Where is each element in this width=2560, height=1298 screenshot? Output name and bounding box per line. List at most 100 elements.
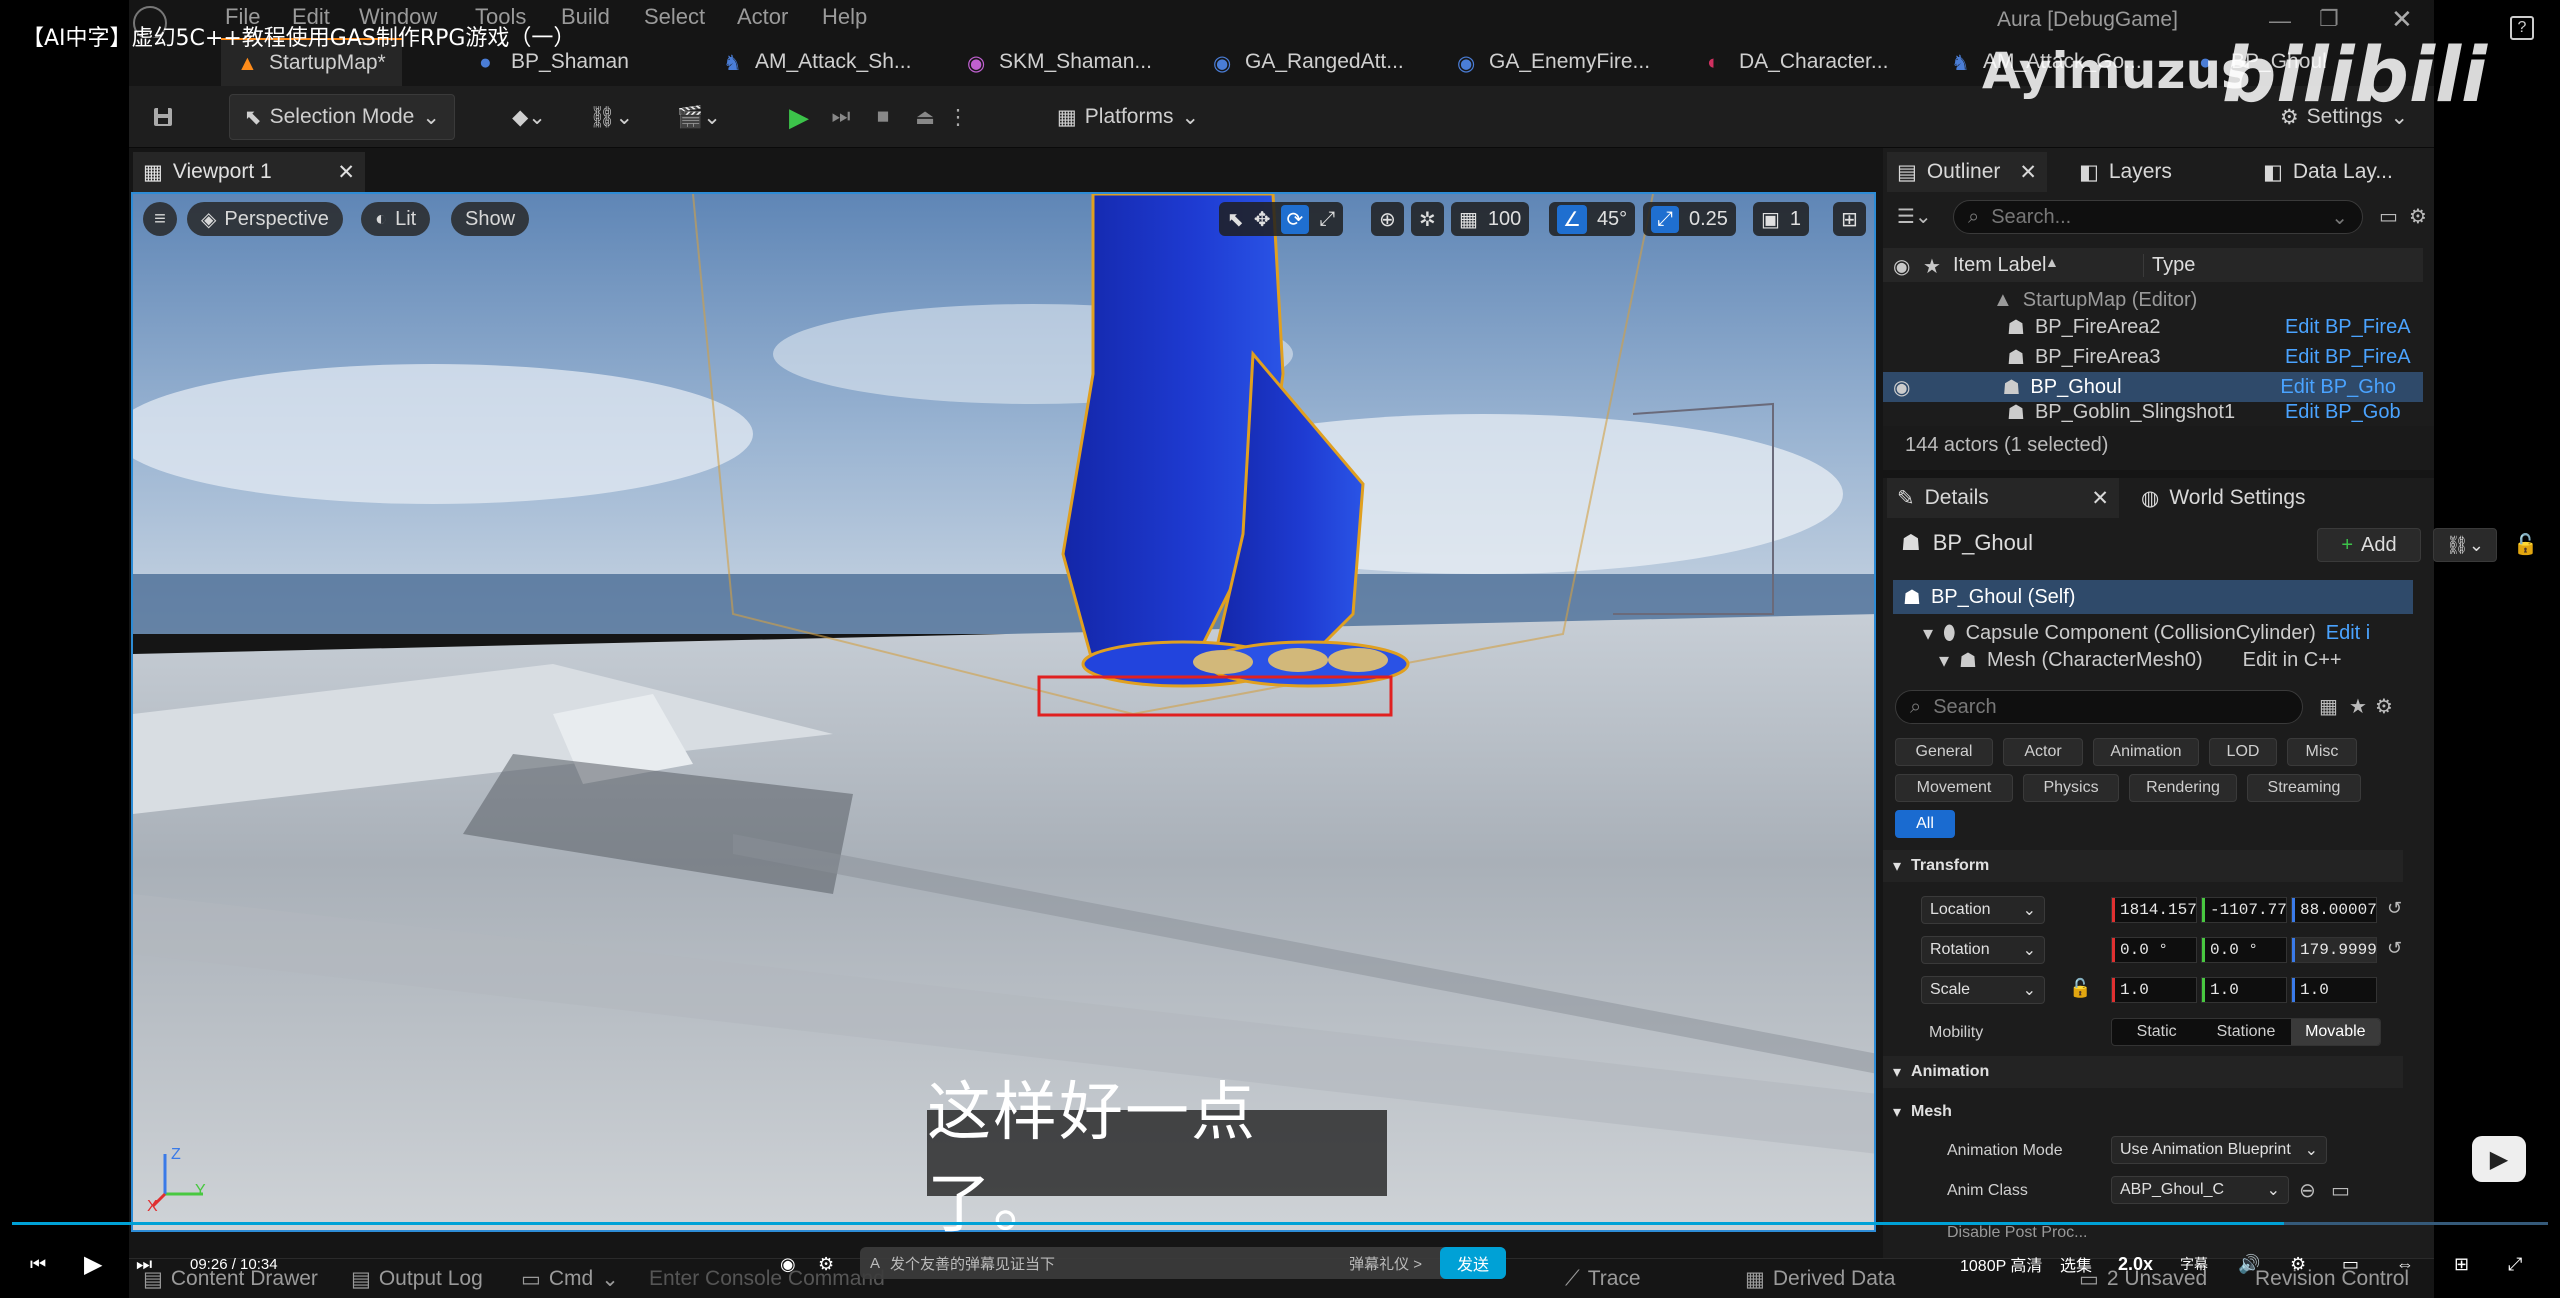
location-z-field[interactable]: 88.00007 [2291, 897, 2377, 923]
category-physics[interactable]: Physics [2023, 774, 2119, 802]
use-selected-icon[interactable]: ▭ [2331, 1178, 2350, 1203]
filter-icon[interactable]: ☰⌄ [1897, 204, 1932, 229]
component-capsule[interactable]: ▾ ⬮ Capsule Component (CollisionCylinder) E… [1923, 618, 2423, 648]
column-item-label[interactable]: Item Label [1953, 254, 2046, 277]
previous-icon[interactable]: ⏮ [30, 1250, 46, 1278]
category-animation[interactable]: Animation [2093, 738, 2199, 766]
outliner-row[interactable]: ☗ BP_FireArea3 Edit BP_FireA [1883, 342, 2423, 372]
table-view-icon[interactable]: ▦ [2319, 694, 2338, 719]
coordinate-space-button[interactable]: ⊕ [1371, 202, 1404, 236]
trace-button[interactable]: ⟋ Trace [1565, 1265, 1641, 1293]
category-general[interactable]: General [1895, 738, 1993, 766]
fullscreen-icon[interactable]: ⤢ [2508, 1250, 2522, 1278]
tab-ga-enemyfire[interactable]: ◉ GA_EnemyFire... [1457, 38, 1650, 86]
component-mesh[interactable]: ▾ ☗ Mesh (CharacterMesh0) Edit in C++ [1939, 650, 2429, 670]
close-tab-icon[interactable]: ✕ [2091, 486, 2109, 511]
send-button[interactable]: 发送 [1440, 1247, 1506, 1279]
show-button[interactable]: Show [451, 202, 530, 236]
anim-mode-dropdown[interactable]: Use Animation Blueprint ⌄ [2111, 1136, 2327, 1164]
category-actor[interactable]: Actor [2003, 738, 2083, 766]
danmaku-etiquette-link[interactable]: 弹幕礼仪 > [1349, 1253, 1422, 1274]
new-folder-icon[interactable]: ▭ [2379, 204, 2398, 229]
platforms-dropdown[interactable]: ▦ Platforms ⌄ [1033, 94, 1223, 140]
component-self[interactable]: ☗ BP_Ghoul (Self) [1893, 580, 2413, 614]
eye-icon[interactable]: ◉ [1893, 375, 1910, 400]
view-mode-button[interactable]: ◐ Lit [361, 202, 431, 236]
camera-speed-button[interactable]: ▣ 1 [1753, 202, 1810, 236]
location-x-field[interactable]: 1814.157 [2111, 897, 2197, 923]
scale-z-field[interactable]: 1.0 [2291, 977, 2377, 1003]
danmaku-settings-icon[interactable]: ⚙ [818, 1250, 834, 1278]
play-options-button[interactable]: ⋮ [945, 94, 971, 140]
tab-outliner[interactable]: ▤ Outliner ✕ [1887, 152, 2047, 192]
scale-icon[interactable]: ⤢ [1319, 208, 1335, 231]
widescreen-icon[interactable]: ⇔ [2396, 1250, 2414, 1278]
section-animation[interactable]: ▾ Animation [1883, 1056, 2403, 1088]
menu-select[interactable]: Select [644, 4, 705, 30]
outliner-row-selected[interactable]: ◉ ☗ BP_Ghoul Edit BP_Gho [1883, 372, 2423, 402]
settings-icon[interactable]: ⚙ [2290, 1250, 2306, 1278]
tab-world-settings[interactable]: ◍ World Settings [2131, 478, 2316, 518]
video-progress-bar[interactable] [12, 1222, 2548, 1225]
play-pause-icon[interactable]: ▶ [84, 1250, 102, 1278]
tab-layers[interactable]: ◧ Layers [2069, 152, 2182, 192]
tab-am-attack-sh[interactable]: ♞ AM_Attack_Sh... [723, 38, 911, 86]
play-button[interactable]: ▶ [781, 94, 817, 140]
console-input[interactable]: Enter Console Command [649, 1265, 885, 1293]
category-movement[interactable]: Movement [1895, 774, 2013, 802]
maximize-icon[interactable]: ❐ [2319, 6, 2339, 32]
scale-y-field[interactable]: 1.0 [2201, 977, 2287, 1003]
lock-icon[interactable]: 🔓 [2069, 978, 2091, 999]
outliner-row[interactable]: ▲ StartupMap (Editor) [1883, 288, 2423, 312]
selection-mode-dropdown[interactable]: ⬉ Selection Mode ⌄ [229, 94, 455, 140]
rotation-x-field[interactable]: 0.0 ° [2111, 937, 2197, 963]
scale-x-field[interactable]: 1.0 [2111, 977, 2197, 1003]
category-streaming[interactable]: Streaming [2247, 774, 2361, 802]
save-icon[interactable] [143, 94, 183, 140]
surface-snap-button[interactable]: ✲ [1411, 202, 1444, 236]
subtitle-button[interactable]: 字幕 [2180, 1250, 2208, 1278]
tab-ga-rangedatt[interactable]: ◉ GA_RangedAtt... [1213, 38, 1404, 86]
blueprint-options-button[interactable]: ⛓⌄ [2433, 528, 2497, 562]
star-icon[interactable]: ★ [2349, 694, 2367, 719]
perspective-button[interactable]: ◈ Perspective [187, 202, 343, 236]
quality-button[interactable]: 1080P 高清 [1960, 1250, 2042, 1278]
grid-snap-button[interactable]: ▦ 100 [1451, 202, 1530, 236]
tab-data-layers[interactable]: ◧ Data Lay... [2253, 152, 2403, 192]
tab-da-character[interactable]: ◐ DA_Character... [1707, 38, 1888, 86]
menu-actor[interactable]: Actor [737, 4, 788, 30]
next-icon[interactable]: ⏭ [136, 1250, 152, 1278]
details-search-input[interactable]: ⌕ Search [1895, 690, 2303, 724]
lock-icon[interactable]: 🔓 [2513, 532, 2538, 557]
translate-icon[interactable]: ✥ [1254, 207, 1271, 232]
close-tab-icon[interactable]: ✕ [337, 160, 355, 185]
cinematics-button[interactable]: 🎬⌄ [669, 94, 729, 140]
reset-location-icon[interactable]: ↺ [2387, 898, 2402, 919]
rotation-z-field[interactable]: 179.9999 [2291, 937, 2377, 963]
scale-snap-button[interactable]: ⤢ 0.25 [1643, 202, 1736, 236]
tv-icon[interactable]: ▶ [2472, 1136, 2526, 1182]
output-log-button[interactable]: ▤ Output Log [351, 1265, 483, 1293]
episodes-button[interactable]: 选集 [2060, 1250, 2092, 1278]
scale-mode-dropdown[interactable]: Scale ⌄ [1921, 976, 2045, 1004]
gear-icon[interactable]: ⚙ [2375, 694, 2393, 719]
cmd-dropdown[interactable]: ▭ Cmd ⌄ [521, 1265, 619, 1293]
mobility-movable[interactable]: Movable [2290, 1019, 2380, 1045]
help-icon[interactable]: ? [2510, 16, 2534, 40]
eject-button[interactable]: ⏏ [907, 94, 943, 140]
section-transform[interactable]: ▾ Transform [1883, 850, 2403, 882]
stop-button[interactable]: ■ [865, 94, 901, 140]
tab-viewport-1[interactable]: ▦ Viewport 1 ✕ [133, 152, 365, 192]
blueprints-button[interactable]: ⛓⌄ [581, 94, 641, 140]
danmaku-toggle-icon[interactable]: ◉ [780, 1250, 796, 1278]
add-actor-button[interactable]: ◆⌄ [499, 94, 559, 140]
category-all[interactable]: All [1895, 810, 1955, 838]
revision-control-button[interactable]: Revision Control [2255, 1265, 2409, 1293]
gear-icon[interactable]: ⚙ [2409, 204, 2427, 229]
volume-icon[interactable]: 🔊 [2238, 1250, 2260, 1278]
select-icon[interactable]: ⬉ [1227, 207, 1244, 232]
speed-button[interactable]: 2.0x [2118, 1250, 2153, 1278]
derived-data-button[interactable]: ▦ Derived Data [1745, 1265, 1895, 1293]
rotate-icon[interactable]: ⟳ [1280, 204, 1310, 234]
outliner-row[interactable]: ☗ BP_Goblin_Slingshot1 Edit BP_Gob [1883, 402, 2423, 422]
